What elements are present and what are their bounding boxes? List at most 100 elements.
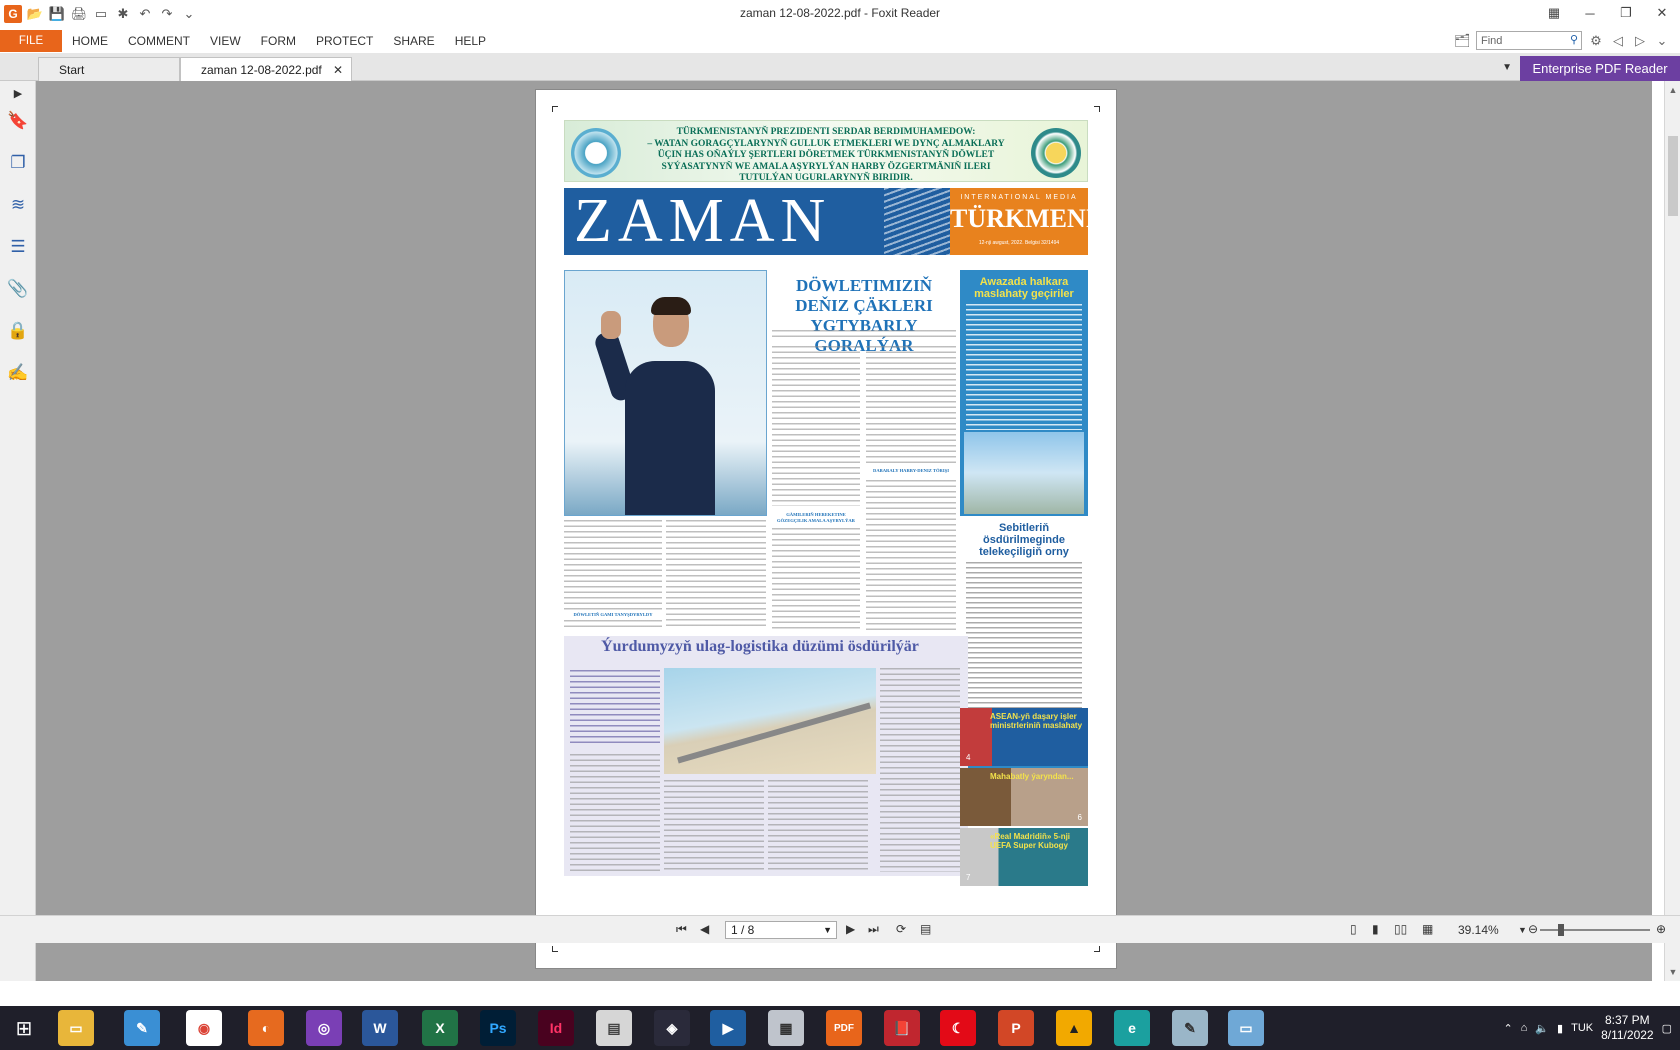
president-quote-banner: TÜRKMENISTANYŇ PREZIDENTI SERDAR BERDIMU… xyxy=(564,120,1088,183)
tab-start[interactable]: Start xyxy=(38,57,180,81)
indesign-icon[interactable]: Id xyxy=(538,1010,574,1046)
chrome-icon[interactable]: ◉ xyxy=(186,1010,222,1046)
comments-icon[interactable]: ☰ xyxy=(6,235,30,259)
zoom-slider-handle[interactable] xyxy=(1558,924,1564,936)
dictionary-icon[interactable]: 📕 xyxy=(884,1010,920,1046)
calculator-icon[interactable]: ▦ xyxy=(768,1010,804,1046)
clock[interactable]: 8:37 PM 8/11/2022 xyxy=(1601,1013,1654,1043)
menu-share[interactable]: SHARE xyxy=(383,30,444,52)
continuous-facing-icon[interactable]: ▦ xyxy=(1422,922,1433,936)
maximize-button[interactable]: ❐ xyxy=(1608,0,1644,26)
notepad-icon[interactable]: ✎ xyxy=(1172,1010,1208,1046)
powerpoint-icon[interactable]: P xyxy=(998,1010,1034,1046)
save-icon[interactable]: 💾 xyxy=(48,5,66,23)
foxit-icon[interactable]: PDF xyxy=(826,1010,862,1046)
pdf-page[interactable]: TÜRKMENISTANYŇ PREZIDENTI SERDAR BERDIMU… xyxy=(535,89,1117,969)
podcast-icon[interactable]: ◎ xyxy=(306,1010,342,1046)
tab-list-dropdown-icon[interactable]: ▼ xyxy=(1502,62,1512,73)
scan-icon[interactable]: ▭ xyxy=(92,5,110,23)
article-column xyxy=(772,528,860,630)
teaser-asean[interactable]: ASEAN-yň daşary işler ministrleriniň mas… xyxy=(960,708,1088,766)
volume-icon[interactable]: 🔈 xyxy=(1535,1022,1549,1035)
slides-icon[interactable]: ▤ xyxy=(596,1010,632,1046)
turkish-flag-icon[interactable]: ☾ xyxy=(940,1010,976,1046)
signature-icon[interactable]: ✍ xyxy=(6,361,30,385)
enterprise-pdf-reader-banner[interactable]: Enterprise PDF Reader xyxy=(1520,56,1680,81)
close-button[interactable]: ✕ xyxy=(1644,0,1680,26)
continuous-page-icon[interactable]: ▮ xyxy=(1372,922,1379,936)
zoom-level[interactable]: 39.14% xyxy=(1458,923,1499,937)
show-hidden-icons[interactable]: ⌃ xyxy=(1503,1022,1512,1035)
create-icon[interactable]: ✱ xyxy=(114,5,132,23)
first-page-icon[interactable]: ⏮ xyxy=(676,922,687,937)
menu-form[interactable]: FORM xyxy=(251,30,306,52)
kmplayer-icon[interactable]: ◈ xyxy=(654,1010,690,1046)
scroll-down-icon[interactable]: ▼ xyxy=(1665,967,1680,977)
windows-start-icon[interactable]: ⊞ xyxy=(0,1006,48,1050)
next-page-icon[interactable]: ▶ xyxy=(846,922,855,936)
tab-document[interactable]: zaman 12-08-2022.pdf ✕ xyxy=(180,57,352,81)
extract-page-icon[interactable]: ▤ xyxy=(920,922,931,936)
vlc-icon[interactable]: ▲ xyxy=(1056,1010,1092,1046)
attachments-icon[interactable]: 📎 xyxy=(6,277,30,301)
security-icon[interactable]: 🔒 xyxy=(6,319,30,343)
open-icon[interactable]: 📂 xyxy=(26,5,44,23)
zoom-out-icon[interactable]: ⊖ xyxy=(1528,922,1538,936)
layout-icon[interactable]: ▦ xyxy=(1536,0,1572,26)
pages-icon[interactable]: ❐ xyxy=(6,151,30,175)
close-tab-icon[interactable]: ✕ xyxy=(333,63,343,77)
menu-file[interactable]: FILE xyxy=(0,29,62,52)
layers-icon[interactable]: ≋ xyxy=(6,193,30,217)
print-icon[interactable]: 🖨 xyxy=(70,5,88,23)
page-number-field[interactable]: 1 / 8 ▼ xyxy=(725,921,837,939)
battery-icon[interactable]: ▮ xyxy=(1557,1022,1563,1035)
single-page-icon[interactable]: ▯ xyxy=(1350,922,1357,936)
scroll-thumb[interactable] xyxy=(1668,136,1678,216)
search-icon[interactable]: ⚲ xyxy=(1570,33,1578,46)
minimize-button[interactable]: ─ xyxy=(1572,0,1608,26)
customize-icon[interactable]: ⌄ xyxy=(180,5,198,23)
zoom-dropdown-icon[interactable]: ▼ xyxy=(1518,925,1527,935)
notifications-icon[interactable]: ▢ xyxy=(1662,1022,1672,1035)
teaser-real-madrid[interactable]: «Real Madridiň» 5-nji UEFA Super Kubogy … xyxy=(960,828,1088,886)
paint-icon[interactable]: ✎ xyxy=(124,1010,160,1046)
word-icon[interactable]: W xyxy=(362,1010,398,1046)
menu-help[interactable]: HELP xyxy=(445,30,496,52)
settings-icon[interactable]: ⚙ xyxy=(1588,33,1604,49)
chevron-down-icon[interactable]: ▼ xyxy=(823,922,832,938)
photos-icon[interactable]: ▭ xyxy=(1228,1010,1264,1046)
rotate-page-icon[interactable]: ⟳ xyxy=(896,922,906,936)
menu-home[interactable]: HOME xyxy=(62,30,118,52)
menu-protect[interactable]: PROTECT xyxy=(306,30,383,52)
previous-result-icon[interactable]: ◁ xyxy=(1610,33,1626,49)
network-icon[interactable]: ⌂ xyxy=(1521,1022,1528,1034)
previous-page-icon[interactable]: ◀ xyxy=(700,922,709,936)
menu-comment[interactable]: COMMENT xyxy=(118,30,200,52)
find-folder-icon[interactable]: 🗂 xyxy=(1454,33,1471,49)
firefox-icon[interactable]: ◐ xyxy=(248,1010,284,1046)
language-indicator[interactable]: TUK xyxy=(1571,1022,1593,1034)
vertical-scrollbar[interactable]: ▲ ▼ xyxy=(1664,81,1680,981)
redo-icon[interactable]: ↷ xyxy=(158,5,176,23)
document-view[interactable]: TÜRKMENISTANYŇ PREZIDENTI SERDAR BERDIMU… xyxy=(36,81,1652,981)
media-player-icon[interactable]: ▶ xyxy=(710,1010,746,1046)
menu-view[interactable]: VIEW xyxy=(200,30,251,52)
next-result-icon[interactable]: ▷ xyxy=(1632,33,1648,49)
undo-icon[interactable]: ↶ xyxy=(136,5,154,23)
photoshop-icon[interactable]: Ps xyxy=(480,1010,516,1046)
bookmark-icon[interactable]: 🔖 xyxy=(6,109,30,133)
find-input[interactable]: Find ⚲ xyxy=(1476,31,1582,50)
zoom-in-icon[interactable]: ⊕ xyxy=(1656,922,1666,936)
collapse-ribbon-icon[interactable]: ⌄ xyxy=(1654,33,1670,49)
scroll-up-icon[interactable]: ▲ xyxy=(1665,85,1680,95)
facing-page-icon[interactable]: ▯▯ xyxy=(1394,922,1407,936)
browser-e-icon[interactable]: e xyxy=(1114,1010,1150,1046)
teaser-mahabatly[interactable]: Mahabatly ýaryndan... 6 xyxy=(960,768,1088,826)
zoom-slider[interactable] xyxy=(1540,924,1650,936)
expand-panel-icon[interactable]: ▶ xyxy=(6,81,30,105)
excel-icon[interactable]: X xyxy=(422,1010,458,1046)
file-explorer-icon[interactable]: ▭ xyxy=(58,1010,94,1046)
president-photo xyxy=(564,270,767,516)
article-column xyxy=(664,780,764,872)
last-page-icon[interactable]: ⏭ xyxy=(868,922,879,937)
